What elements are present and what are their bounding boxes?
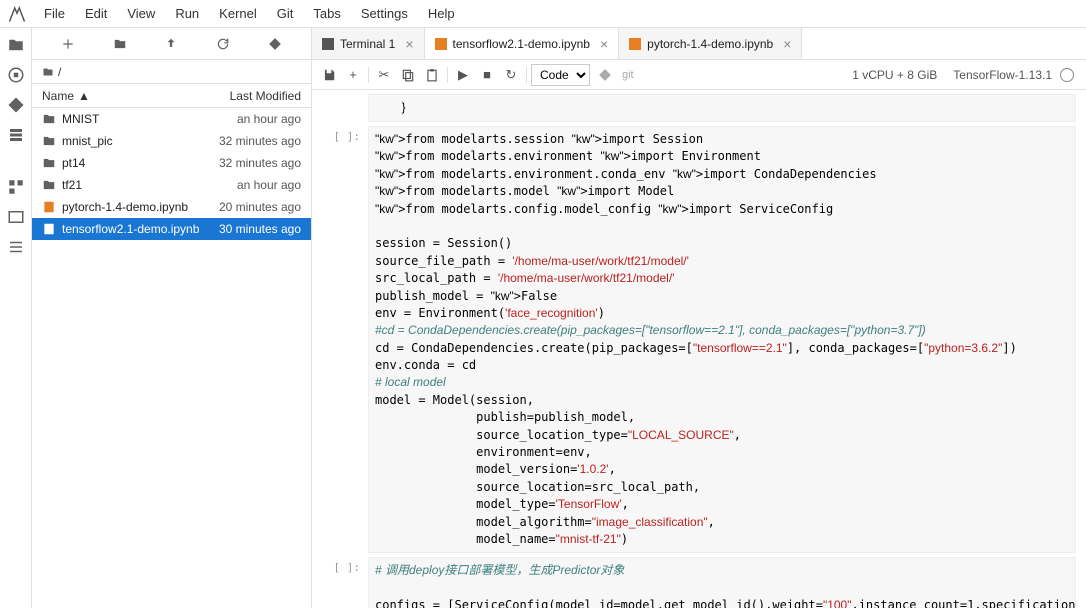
git-icon[interactable] (7, 96, 25, 114)
cell-type-select[interactable]: Code (531, 64, 590, 86)
commands-icon[interactable] (7, 126, 25, 144)
file-row[interactable]: MNISTan hour ago (32, 108, 311, 130)
run-icon[interactable]: ▶ (452, 64, 474, 86)
save-icon[interactable] (318, 64, 340, 86)
menu-help[interactable]: Help (418, 6, 465, 21)
tabs-icon[interactable] (7, 208, 25, 226)
menu-kernel[interactable]: Kernel (209, 6, 267, 21)
new-folder-icon[interactable] (113, 37, 127, 51)
notebook-toolbar: + ✂ ▶ ■ ↻ Code git 1 vCPU + 8 GiB Tensor… (312, 60, 1086, 90)
git-label: git (622, 69, 634, 81)
close-icon[interactable]: × (783, 36, 791, 52)
toc-icon[interactable] (7, 238, 25, 256)
refresh-icon[interactable] (216, 37, 230, 51)
menu-edit[interactable]: Edit (75, 6, 117, 21)
copy-icon[interactable] (397, 64, 419, 86)
breadcrumb[interactable]: / (32, 60, 311, 84)
file-list-header: Name▲ Last Modified (32, 84, 311, 108)
editor-tab[interactable]: Terminal 1× (312, 28, 425, 59)
file-browser: / Name▲ Last Modified MNISTan hour agomn… (32, 28, 312, 608)
menu-tabs[interactable]: Tabs (303, 6, 350, 21)
running-icon[interactable] (7, 66, 25, 84)
code-cell[interactable]: } (322, 94, 1076, 122)
app-logo-icon (8, 5, 26, 23)
stop-icon[interactable]: ■ (476, 64, 498, 86)
paste-icon[interactable] (421, 64, 443, 86)
folder-icon[interactable] (7, 36, 25, 54)
cell-input[interactable]: "kw">from modelarts.session "kw">import … (368, 126, 1076, 553)
file-row[interactable]: pytorch-1.4-demo.ipynb20 minutes ago (32, 196, 311, 218)
kernel-status-icon[interactable] (1060, 68, 1074, 82)
close-icon[interactable]: × (600, 36, 608, 52)
file-row[interactable]: pt1432 minutes ago (32, 152, 311, 174)
menu-view[interactable]: View (117, 6, 165, 21)
resource-status: 1 vCPU + 8 GiB (852, 68, 937, 82)
tabs-bar: Terminal 1×tensorflow2.1-demo.ipynb×pyto… (312, 28, 1086, 60)
editor-area: Terminal 1×tensorflow2.1-demo.ipynb×pyto… (312, 28, 1086, 608)
git-clone-icon[interactable] (268, 37, 282, 51)
file-list: MNISTan hour agomnist_pic32 minutes agop… (32, 108, 311, 608)
sort-icon[interactable]: ▲ (78, 89, 90, 103)
file-row[interactable]: tf21an hour ago (32, 174, 311, 196)
code-cell[interactable]: [ ]: "kw">from modelarts.session "kw">im… (322, 126, 1076, 553)
close-icon[interactable]: × (405, 36, 413, 52)
kernel-name[interactable]: TensorFlow-1.13.1 (953, 68, 1052, 82)
cell-prompt: [ ]: (328, 126, 368, 553)
top-menu-bar: File Edit View Run Kernel Git Tabs Setti… (0, 0, 1086, 28)
git-diff-icon[interactable] (598, 68, 612, 82)
file-row[interactable]: tensorflow2.1-demo.ipynb30 minutes ago (32, 218, 311, 240)
editor-tab[interactable]: tensorflow2.1-demo.ipynb× (425, 28, 620, 59)
new-launcher-icon[interactable] (61, 37, 75, 51)
cell-prompt: [ ]: (328, 557, 368, 608)
extensions-icon[interactable] (7, 178, 25, 196)
file-row[interactable]: mnist_pic32 minutes ago (32, 130, 311, 152)
code-cell[interactable]: [ ]: # 调用deploy接口部署模型，生成Predictor对象 conf… (322, 557, 1076, 608)
add-cell-icon[interactable]: + (342, 64, 364, 86)
menu-settings[interactable]: Settings (351, 6, 418, 21)
file-toolbar (32, 28, 311, 60)
cut-icon[interactable]: ✂ (373, 64, 395, 86)
cell-output-fragment: } (368, 94, 1076, 122)
cell-input[interactable]: # 调用deploy接口部署模型，生成Predictor对象 configs =… (368, 557, 1076, 608)
menu-file[interactable]: File (34, 6, 75, 21)
activity-bar (0, 28, 32, 608)
editor-tab[interactable]: pytorch-1.4-demo.ipynb× (619, 28, 802, 59)
upload-icon[interactable] (164, 37, 178, 51)
notebook-body[interactable]: } [ ]: "kw">from modelarts.session "kw">… (312, 90, 1086, 608)
restart-icon[interactable]: ↻ (500, 64, 522, 86)
menu-git[interactable]: Git (267, 6, 304, 21)
menu-run[interactable]: Run (165, 6, 209, 21)
